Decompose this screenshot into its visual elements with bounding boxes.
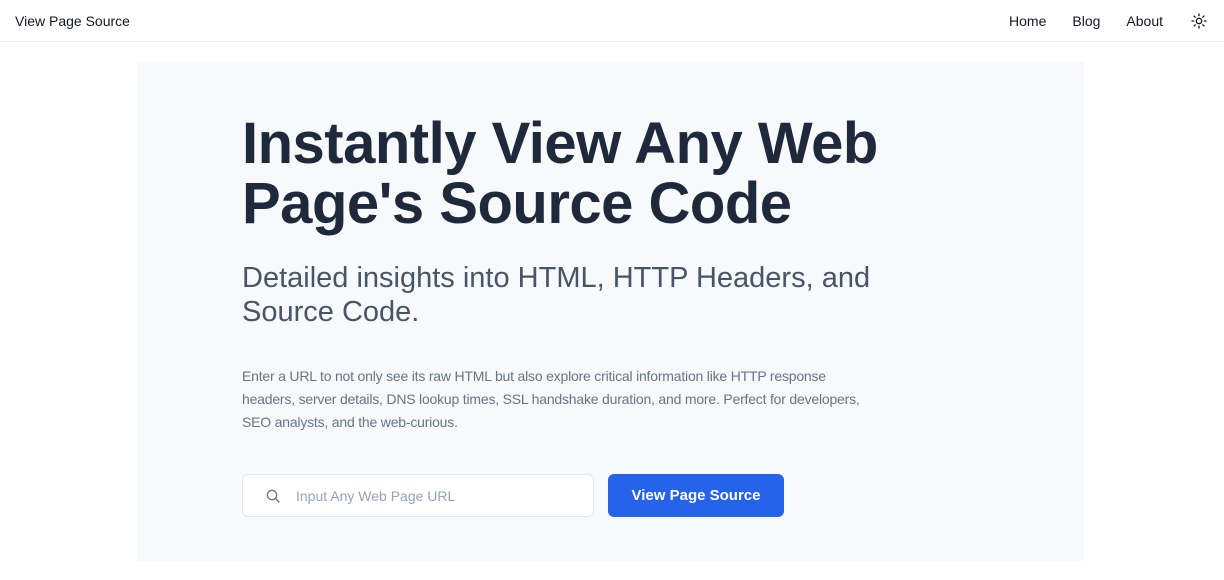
search-icon [264,487,282,505]
hero-title: Instantly View Any Web Page's Source Cod… [242,111,878,236]
top-navbar: View Page Source Home Blog About [0,0,1224,42]
nav-menu: Home Blog About [1009,11,1209,31]
hero-content: Instantly View Any Web Page's Source Cod… [242,114,962,517]
theme-toggle-button[interactable] [1189,11,1209,31]
sun-icon [1191,12,1207,29]
hero-subtitle: Detailed insights into HTML, HTTP Header… [242,262,871,328]
nav-link-home[interactable]: Home [1009,13,1046,29]
nav-link-blog[interactable]: Blog [1072,13,1100,29]
url-form: View Page Source [242,474,962,517]
url-input-box[interactable] [242,474,594,517]
nav-link-about[interactable]: About [1126,13,1163,29]
brand-link[interactable]: View Page Source [15,13,130,29]
url-input[interactable] [296,487,576,504]
hero-section: Instantly View Any Web Page's Source Cod… [137,62,1084,561]
hero-description: Enter a URL to not only see its raw HTML… [242,368,860,430]
view-page-source-button[interactable]: View Page Source [608,474,784,517]
